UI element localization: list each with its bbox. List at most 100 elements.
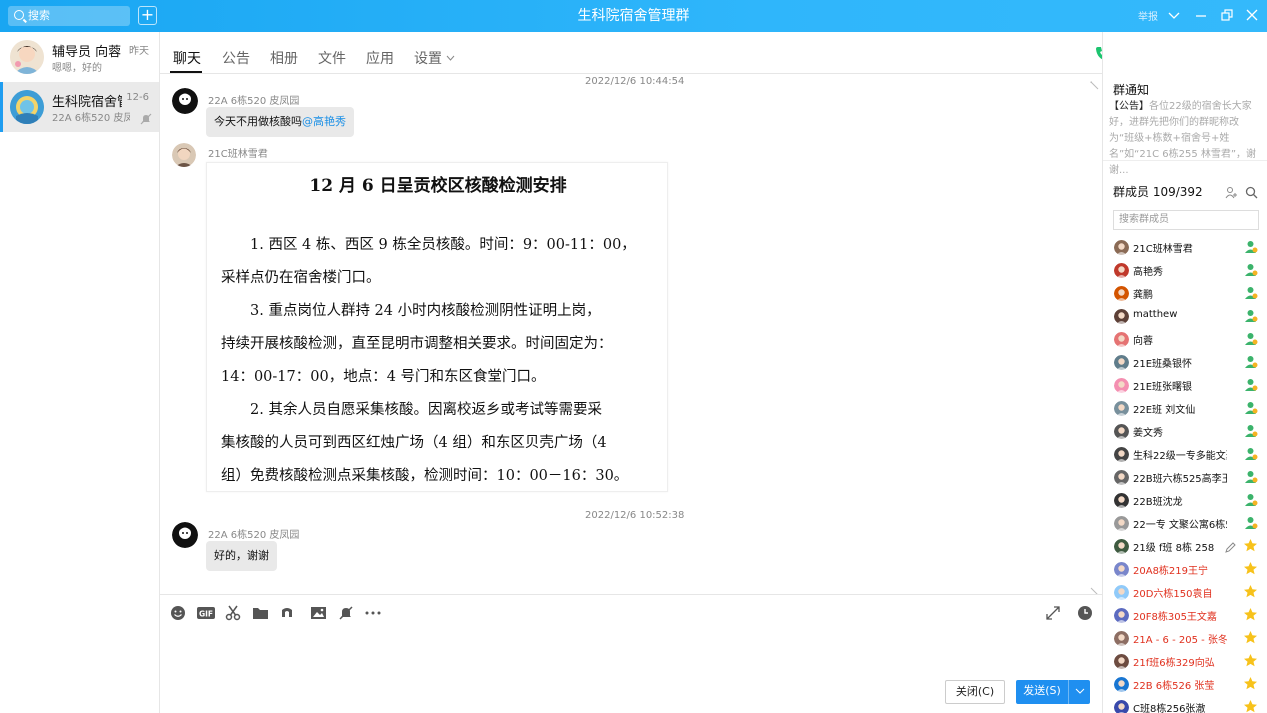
conversation-item-selected[interactable]: 生科院宿舍管理群 12-6 22A 6栋520 皮凤园 xyxy=(0,82,159,132)
mute-bell-icon[interactable] xyxy=(338,605,354,621)
star-badge-icon xyxy=(1243,584,1258,599)
admin-badge-icon xyxy=(1243,515,1258,530)
admin-badge-icon xyxy=(1243,446,1258,461)
member-item[interactable]: 21f班6栋329向弘 xyxy=(1103,650,1267,673)
notice-content[interactable]: 【公告】各位22级的宿舍长大家好，进群先把你们的群昵称改为“班级+栋数+宿舍号+… xyxy=(1109,99,1264,179)
more-tools-icon[interactable] xyxy=(364,605,381,621)
member-avatar xyxy=(1114,677,1129,692)
image-text-line: 持续开展核酸检测，直至昆明市调整相关要求。时间固定为： xyxy=(221,336,613,352)
member-item[interactable]: 22B班六栋525高李玉 xyxy=(1103,466,1267,489)
members-title: 群成员 109/392 xyxy=(1113,185,1203,199)
search-box[interactable]: 搜索 xyxy=(8,6,130,26)
member-item[interactable]: 20F8栋305王文嘉 xyxy=(1103,604,1267,627)
search-icon[interactable] xyxy=(1245,184,1258,199)
member-item[interactable]: 21级 f班 8栋 258 xyxy=(1103,535,1267,558)
member-avatar xyxy=(1114,585,1129,600)
member-name: 21E班张曙银 xyxy=(1133,382,1193,393)
member-item[interactable]: 向蓉 xyxy=(1103,328,1267,351)
member-item[interactable]: 22E班 刘文仙 xyxy=(1103,397,1267,420)
member-item[interactable]: matthew xyxy=(1103,305,1267,328)
notice-tag: 【公告】 xyxy=(1109,101,1149,112)
member-item[interactable]: 21E班张曙银 xyxy=(1103,374,1267,397)
tab-settings[interactable]: 设置 xyxy=(414,48,455,68)
svg-text:GIF: GIF xyxy=(199,610,213,619)
expand-editor-icon[interactable] xyxy=(1045,605,1061,621)
message-bubble[interactable]: 今天不用做核酸吗@高艳秀 xyxy=(206,107,354,137)
history-clock-icon[interactable] xyxy=(1077,605,1093,621)
notice-image-message[interactable]: 12 月 6 日呈贡校区核酸检测安排 1. 西区 4 栋、西区 9 栋全员核酸。… xyxy=(206,162,668,492)
tab-announcement[interactable]: 公告 xyxy=(222,48,250,68)
mute-icon xyxy=(140,110,152,125)
conversation-item[interactable]: 辅导员 向蓉 昨天 嗯嗯，好的 xyxy=(0,32,159,82)
member-name: 龚鹏 xyxy=(1133,290,1153,301)
message-text: 好的，谢谢 xyxy=(214,549,269,562)
message-timestamp: 2022/12/6 10:52:38 xyxy=(585,510,685,521)
member-item[interactable]: 21A - 6 - 205 - 张冬 xyxy=(1103,627,1267,650)
sender-avatar[interactable] xyxy=(172,522,198,548)
member-item[interactable]: 龚鹏 xyxy=(1103,282,1267,305)
add-member-icon[interactable] xyxy=(1225,184,1238,199)
send-button[interactable]: 发送(S) xyxy=(1016,680,1068,704)
tab-files[interactable]: 文件 xyxy=(318,48,346,68)
sender-avatar[interactable] xyxy=(172,88,198,114)
admin-badge-icon xyxy=(1243,285,1258,300)
tab-apps[interactable]: 应用 xyxy=(366,48,394,68)
message-bubble[interactable]: 好的，谢谢 xyxy=(206,541,277,571)
restore-icon[interactable] xyxy=(1219,6,1235,24)
emoji-icon[interactable] xyxy=(170,605,186,621)
member-name: 21级 f班 8栋 258 xyxy=(1133,543,1215,554)
image-title: 12 月 6 日呈贡校区核酸检测安排 xyxy=(309,176,567,196)
member-avatar xyxy=(1114,562,1129,577)
conversation-preview: 嗯嗯，好的 xyxy=(52,63,102,74)
member-avatar xyxy=(1114,240,1129,255)
admin-badge-icon xyxy=(1243,423,1258,438)
member-item[interactable]: 20A8栋219王宁 xyxy=(1103,558,1267,581)
member-item[interactable]: C班8栋256张澈 xyxy=(1103,696,1267,713)
star-badge-icon xyxy=(1243,561,1258,576)
admin-badge-icon xyxy=(1243,492,1258,507)
minimize-icon[interactable] xyxy=(1193,6,1209,24)
report-link[interactable]: 举报 xyxy=(1138,8,1158,23)
folder-icon[interactable] xyxy=(252,605,268,621)
message-list: 2022/12/6 10:44:54 22A 6栋520 皮凤园 今天不用做核酸… xyxy=(160,74,1102,594)
edit-icon[interactable] xyxy=(1224,539,1237,553)
member-item[interactable]: 22B班沈龙 xyxy=(1103,489,1267,512)
window-title: 生科院宿舍管理群 xyxy=(577,8,690,24)
member-name: 姜文秀 xyxy=(1133,428,1163,439)
close-icon[interactable] xyxy=(1244,6,1260,24)
member-name: 向蓉 xyxy=(1133,336,1153,347)
member-item[interactable]: 21E班桑银怀 xyxy=(1103,351,1267,374)
member-avatar xyxy=(1114,401,1129,416)
member-item[interactable]: 姜文秀 xyxy=(1103,420,1267,443)
image-text-line: 集核酸的人员可到西区红烛广场（4 组）和东区贝壳广场（4 xyxy=(221,435,607,451)
member-name: 21A - 6 - 205 - 张冬 xyxy=(1133,635,1227,646)
member-item[interactable]: 21C班林雪君 xyxy=(1103,236,1267,259)
member-item[interactable]: 20D六栋150袁自 xyxy=(1103,581,1267,604)
member-item[interactable]: 高艳秀 xyxy=(1103,259,1267,282)
mention-link[interactable]: @高艳秀 xyxy=(302,115,346,128)
collapse-corner-icon[interactable] xyxy=(1090,76,1100,90)
member-item[interactable]: 22一专 文聚公寓6栋519 xyxy=(1103,512,1267,535)
scissors-icon[interactable] xyxy=(225,605,241,621)
member-name: 22B班六栋525高李玉 xyxy=(1133,474,1227,485)
member-search-input[interactable]: 搜索群成员 xyxy=(1113,210,1259,230)
send-options-dropdown[interactable] xyxy=(1068,680,1090,704)
gif-icon[interactable]: GIF xyxy=(197,605,215,621)
tab-chat[interactable]: 聊天 xyxy=(173,48,201,68)
music-icon[interactable] xyxy=(279,605,295,621)
member-name: 22一专 文聚公寓6栋519 xyxy=(1133,520,1227,531)
close-button[interactable]: 关闭(C) xyxy=(945,680,1005,704)
member-avatar xyxy=(1114,631,1129,646)
image-text-line: 14：00-17：00，地点：4 号门和东区食堂门口。 xyxy=(221,369,546,385)
sender-avatar[interactable] xyxy=(172,143,196,167)
image-icon[interactable] xyxy=(310,605,326,621)
member-item[interactable]: 生科22级一专多能文聚公 xyxy=(1103,443,1267,466)
add-button[interactable]: + xyxy=(138,6,157,25)
tab-album[interactable]: 相册 xyxy=(270,48,298,68)
image-text-line: 2. 其余人员自愿采集核酸。因离校返乡或考试等需要采 xyxy=(221,402,602,418)
image-text-line: 采样点仍在宿舍楼门口。 xyxy=(221,270,381,286)
expand-corner-icon[interactable] xyxy=(1090,582,1100,594)
chevron-down-icon[interactable] xyxy=(1166,6,1182,24)
avatar xyxy=(10,40,44,74)
member-item[interactable]: 22B 6栋526 张莹 xyxy=(1103,673,1267,696)
